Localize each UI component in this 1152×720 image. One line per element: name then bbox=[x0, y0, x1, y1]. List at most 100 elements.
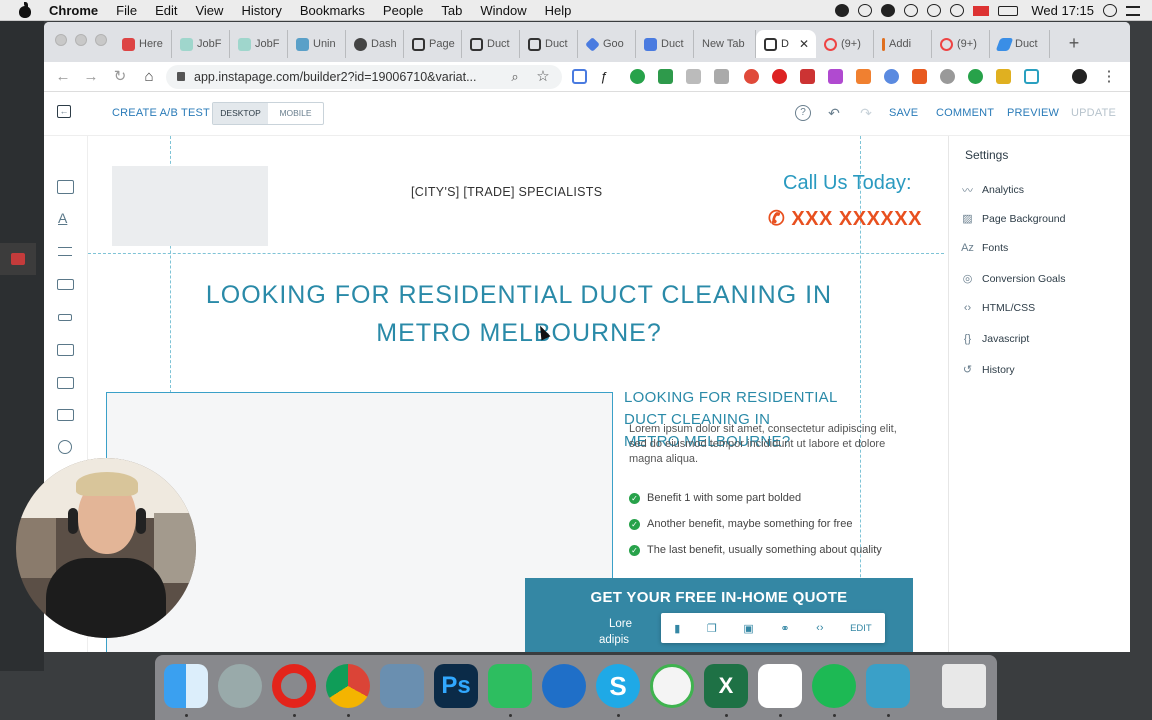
close-tab-icon[interactable]: ✕ bbox=[799, 37, 809, 51]
settings-item-javascript[interactable]: {} Javascript bbox=[961, 333, 1029, 345]
trash-icon[interactable] bbox=[942, 664, 986, 708]
forward-icon[interactable]: → bbox=[80, 66, 102, 88]
comment-button[interactable]: COMMENT bbox=[936, 107, 994, 119]
formula-icon[interactable]: ƒ bbox=[600, 69, 615, 84]
settings-item-analytics[interactable]: 〰 Analytics bbox=[961, 182, 1024, 198]
tab-duct-doc[interactable]: Duct bbox=[636, 30, 694, 58]
menu-view[interactable]: View bbox=[186, 3, 232, 18]
spotlight-icon[interactable] bbox=[1103, 4, 1117, 17]
delete-icon[interactable]: ▮ bbox=[674, 622, 680, 635]
preview-button[interactable]: PREVIEW bbox=[1007, 107, 1059, 119]
settings-item-page-background[interactable]: ▨ Page Background bbox=[961, 212, 1065, 226]
tab-page[interactable]: Page bbox=[404, 30, 462, 58]
menu-history[interactable]: History bbox=[232, 3, 290, 18]
exit-builder-icon[interactable]: ← bbox=[57, 105, 71, 118]
launchpad-icon[interactable] bbox=[218, 664, 262, 708]
logo-placeholder[interactable] bbox=[112, 166, 268, 246]
status-icon[interactable] bbox=[858, 4, 873, 17]
tagline[interactable]: [CITY'S] [TRADE] SPECIALISTS bbox=[411, 185, 602, 199]
zoom-search-icon[interactable]: ⌕ bbox=[504, 66, 526, 88]
create-ab-test-button[interactable]: CREATE A/B TEST bbox=[112, 107, 210, 119]
settings-item-conversion-goals[interactable]: ◎ Conversion Goals bbox=[961, 272, 1066, 286]
new-tab-button[interactable]: + bbox=[1064, 33, 1084, 54]
form-tool-icon[interactable] bbox=[57, 279, 74, 290]
notification-center-icon[interactable] bbox=[1126, 5, 1140, 16]
desktop-toggle[interactable]: DESKTOP bbox=[213, 103, 268, 124]
settings-item-fonts[interactable]: Az Fonts bbox=[961, 242, 1008, 254]
group-icon[interactable]: ▣ bbox=[743, 622, 753, 635]
menu-help[interactable]: Help bbox=[536, 3, 581, 18]
tab-active-duct[interactable]: D ✕ bbox=[756, 30, 816, 58]
tab-jobf-1[interactable]: JobF bbox=[172, 30, 230, 58]
apple-icon[interactable] bbox=[18, 1, 32, 18]
lorem-paragraph[interactable]: Lorem ipsum dolor sit amet, consectetur … bbox=[629, 422, 897, 467]
tab-duct-3[interactable]: Duct bbox=[990, 30, 1050, 58]
menu-people[interactable]: People bbox=[374, 3, 432, 18]
main-headline[interactable]: LOOKING FOR RESIDENTIAL DUCT CLEANING IN… bbox=[164, 276, 874, 352]
mail-icon[interactable] bbox=[542, 664, 586, 708]
tab-dash[interactable]: Dash bbox=[346, 30, 404, 58]
preview-icon[interactable] bbox=[380, 664, 424, 708]
tab-duct-1[interactable]: Duct bbox=[462, 30, 520, 58]
shield-app-icon[interactable] bbox=[866, 664, 910, 708]
extension-icon[interactable] bbox=[572, 69, 587, 84]
finder-icon[interactable] bbox=[164, 664, 208, 708]
reload-icon[interactable]: ↻ bbox=[109, 66, 131, 88]
menu-bookmarks[interactable]: Bookmarks bbox=[291, 3, 374, 18]
help-icon[interactable]: ? bbox=[795, 105, 811, 121]
clock[interactable]: Wed 17:15 bbox=[1031, 3, 1094, 18]
menu-edit[interactable]: Edit bbox=[146, 3, 186, 18]
bluetooth-icon[interactable] bbox=[927, 4, 942, 17]
edit-button[interactable]: EDIT bbox=[850, 623, 872, 634]
add-section-icon[interactable] bbox=[57, 180, 74, 194]
page-canvas[interactable]: [CITY'S] [TRADE] SPECIALISTS Call Us Tod… bbox=[88, 136, 948, 652]
tab-duct-2[interactable]: Duct bbox=[520, 30, 578, 58]
battery-icon[interactable] bbox=[998, 5, 1019, 16]
code-icon[interactable]: ‹› bbox=[816, 622, 823, 634]
time-machine-icon[interactable] bbox=[650, 664, 694, 708]
youtube-icon[interactable] bbox=[800, 69, 815, 84]
image-tool-icon[interactable] bbox=[57, 344, 74, 356]
sheets-extension-icon[interactable] bbox=[658, 69, 673, 84]
mobile-toggle[interactable]: MOBILE bbox=[268, 103, 323, 124]
chrome-icon[interactable] bbox=[326, 664, 370, 708]
tab-notifications-1[interactable]: (9+) bbox=[816, 30, 874, 58]
clipboard-icon[interactable] bbox=[714, 69, 729, 84]
minimize-window-button[interactable] bbox=[75, 34, 87, 46]
menu-tab[interactable]: Tab bbox=[432, 3, 471, 18]
duplicate-icon[interactable]: ❐ bbox=[707, 622, 717, 635]
tab-jobf-2[interactable]: JobF bbox=[230, 30, 288, 58]
link-icon[interactable]: ⚭ bbox=[780, 622, 789, 635]
box-tool-icon[interactable] bbox=[57, 409, 74, 421]
grammarly-icon[interactable] bbox=[630, 69, 645, 84]
spotify-icon[interactable] bbox=[812, 664, 856, 708]
update-button[interactable]: UPDATE bbox=[1071, 107, 1116, 119]
tab-unin[interactable]: Unin bbox=[288, 30, 346, 58]
tab-addi[interactable]: Addi bbox=[874, 30, 932, 58]
extension-badge-icon[interactable] bbox=[744, 69, 759, 84]
close-window-button[interactable] bbox=[55, 34, 67, 46]
settings-item-html-css[interactable]: ‹› HTML/CSS bbox=[961, 302, 1035, 314]
home-icon[interactable]: ⌂ bbox=[138, 66, 160, 88]
ext-yellow-icon[interactable] bbox=[996, 69, 1011, 84]
paragraph-tool-icon[interactable] bbox=[58, 247, 72, 256]
opera-ext-icon[interactable] bbox=[772, 69, 787, 84]
benefit-list[interactable]: ✓ Benefit 1 with some part bolded ✓ Anothe… bbox=[629, 485, 882, 563]
bookmark-star-icon[interactable]: ☆ bbox=[532, 66, 554, 88]
evernote-icon[interactable] bbox=[488, 664, 532, 708]
address-bar[interactable]: app.instapage.com/builder2?id=19006710&v… bbox=[166, 65, 562, 89]
wifi-icon[interactable] bbox=[950, 4, 965, 17]
h-extension-icon[interactable] bbox=[856, 69, 871, 84]
tab-goo[interactable]: Goo bbox=[578, 30, 636, 58]
d-extension-icon[interactable] bbox=[828, 69, 843, 84]
menu-file[interactable]: File bbox=[107, 3, 146, 18]
call-us-label[interactable]: Call Us Today: bbox=[783, 172, 912, 195]
opera-icon[interactable] bbox=[272, 664, 316, 708]
shape-tool-icon[interactable] bbox=[58, 440, 72, 454]
excel-icon[interactable]: X bbox=[704, 664, 748, 708]
profile-avatar[interactable] bbox=[1072, 69, 1087, 84]
skype-icon[interactable]: S bbox=[596, 664, 640, 708]
phone-number[interactable]: ✆ XXX XXXXXX bbox=[768, 206, 922, 231]
menu-chrome[interactable]: Chrome bbox=[40, 3, 107, 18]
undo-icon[interactable]: ↶ bbox=[826, 105, 842, 121]
